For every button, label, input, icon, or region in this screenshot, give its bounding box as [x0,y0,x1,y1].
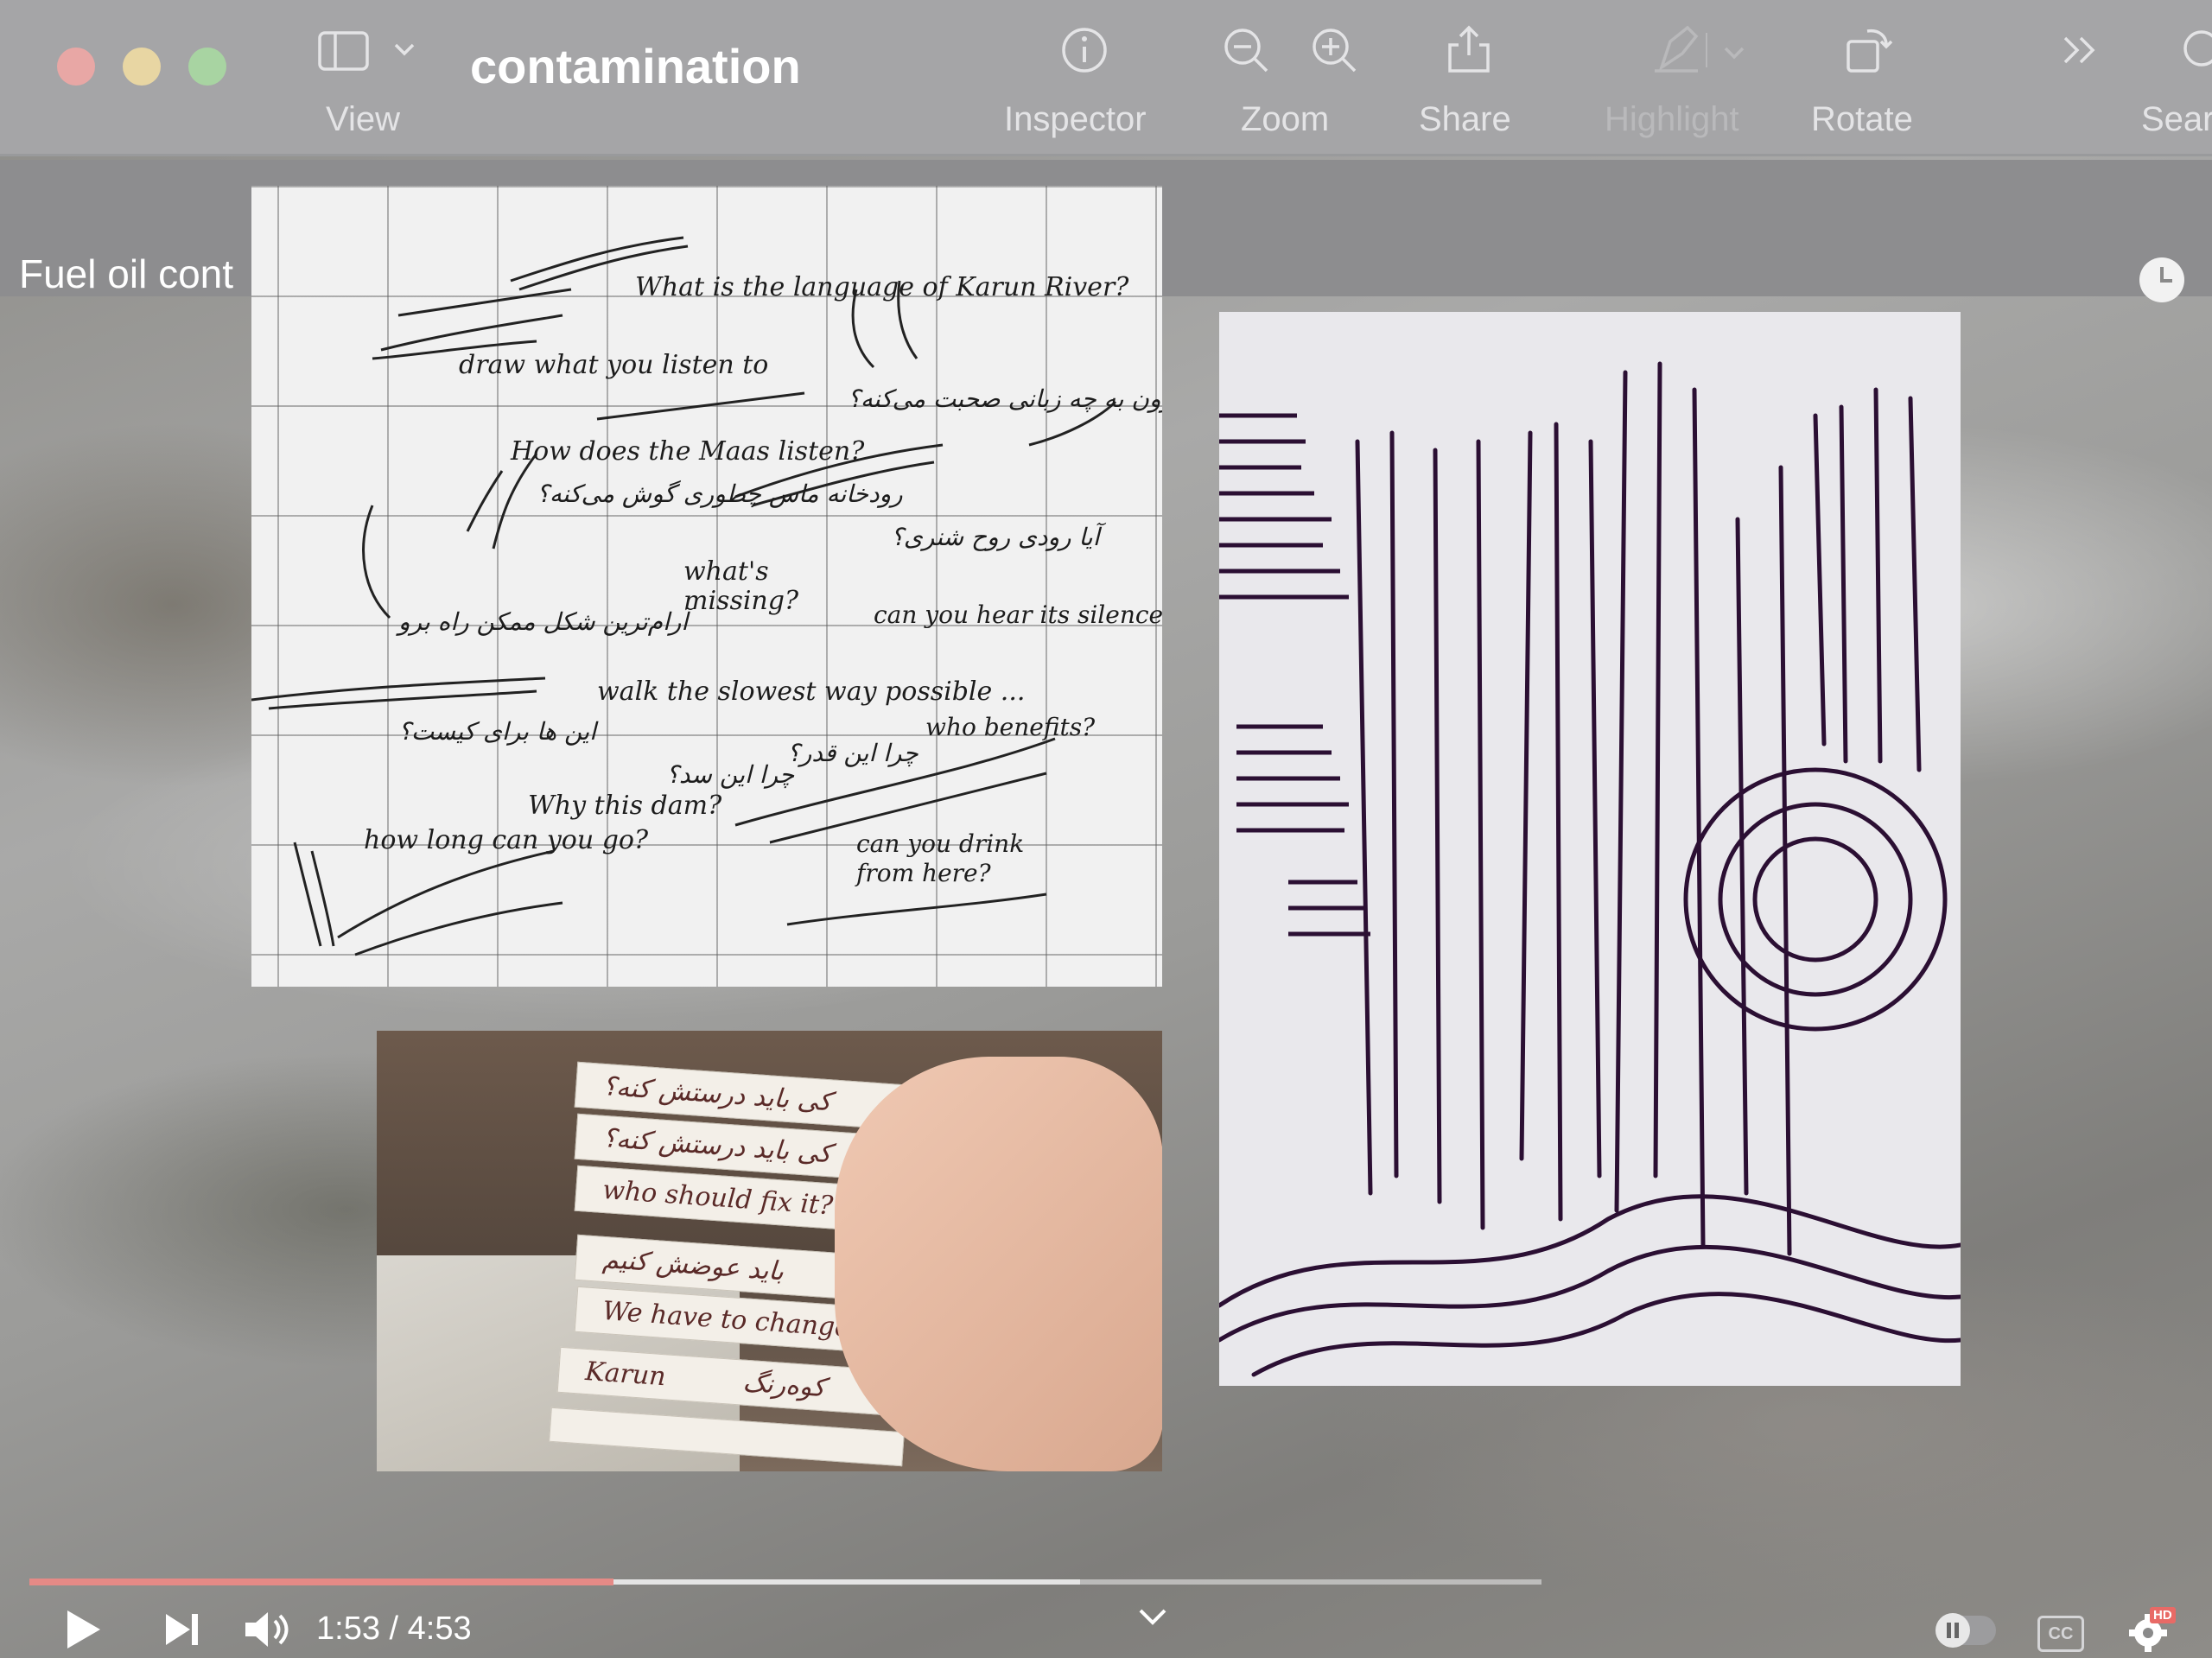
close-window-button[interactable] [57,48,95,86]
sidebar-toggle-icon [318,31,415,71]
note-how-long: how long can you go? [364,825,649,855]
search-icon [2183,30,2212,67]
search-button[interactable]: Sear [2141,24,2212,145]
hand [835,1057,1162,1471]
zoom-label: Zoom [1241,100,1330,138]
minimize-window-button[interactable] [123,48,161,86]
zoom-window-button[interactable] [188,48,226,86]
note-language-karun: What is the language of Karun River? [635,272,1129,302]
autoplay-toggle-knob [1936,1613,1970,1648]
settings-button[interactable]: HD [2127,1607,2176,1654]
autoplay-toggle[interactable] [1936,1613,1996,1648]
document-title: contamination [470,39,801,93]
play-icon[interactable] [60,1605,104,1654]
note-karun-farsi: کارون به چه زبانی صحبت می‌کنه؟ [848,384,1162,413]
strip-karun: Karun [584,1356,667,1393]
ink-drawing-lines [1219,361,1961,1377]
chevron-down-icon[interactable] [1137,1607,1168,1628]
ink-drawing-image [1219,312,1961,1386]
note-whats-missing: what's missing? [683,556,799,616]
watch-later-clock-icon[interactable] [2139,257,2184,302]
share-icon [1448,25,1490,73]
progress-bar-played[interactable] [29,1579,613,1585]
chevron-down-icon [394,43,415,56]
info-icon [1062,28,1107,73]
volume-icon[interactable] [242,1609,290,1650]
highlighter-icon [1655,25,1745,73]
captions-button[interactable]: CC [2037,1616,2084,1652]
notebook-page-image: What is the language of Karun River? dra… [251,186,1162,987]
strip-kuhrang: کوه‌رنگ [741,1367,826,1404]
note-spirit-farsi: آیا رودی روح شنری؟ [891,523,1100,551]
note-hear-silence: can you hear its silence? [874,600,1162,629]
note-who-benefits: who benefits? [925,713,1096,741]
paper-strips-photo: کی باید درستش کنه؟ کی باید درستش کنه؟ wh… [377,1031,1162,1471]
note-walk-slowest: walk the slowest way possible ... [597,677,1026,707]
note-maas-listen: How does the Maas listen? [511,436,865,467]
time-display: 1:53 / 4:53 [316,1610,472,1647]
note-why-farsi: چرا این قدر؟ [787,739,918,767]
note-walk-farsi: آرام‌ترین شکل ممکن راه برو [398,607,689,636]
video-title[interactable]: Fuel oil cont [19,251,233,297]
inspector-label: Inspector [1004,100,1147,138]
view-label: View [326,100,400,138]
chevron-down-icon [1724,47,1745,60]
share-label: Share [1419,100,1511,138]
zoom-icons [1224,29,1357,73]
rotate-icon [1847,29,1893,73]
note-why-dam: Why this dam? [528,791,722,821]
zoom-out-icon [1224,29,1268,73]
highlight-label: Highlight [1605,100,1739,138]
rotate-label: Rotate [1811,100,1913,138]
window-toolbar: View contamination Inspector Zoom Share … [0,0,2212,156]
search-label: Sear [2141,100,2212,138]
note-benefits-farsi: این ها برای کیست؟ [398,717,596,746]
note-maas-farsi: رودخانه ماس چطوری گوش می‌کنه؟ [537,480,903,508]
note-drink-from-here: can you drink from here? [856,829,1025,887]
next-video-icon[interactable] [161,1610,204,1648]
note-draw-listen: draw what you listen to [459,350,769,380]
chevron-double-right-icon [2063,36,2095,64]
zoom-in-icon [1313,29,1357,73]
note-dam-farsi: چرا این سد؟ [666,760,795,789]
hd-badge: HD [2150,1607,2176,1623]
